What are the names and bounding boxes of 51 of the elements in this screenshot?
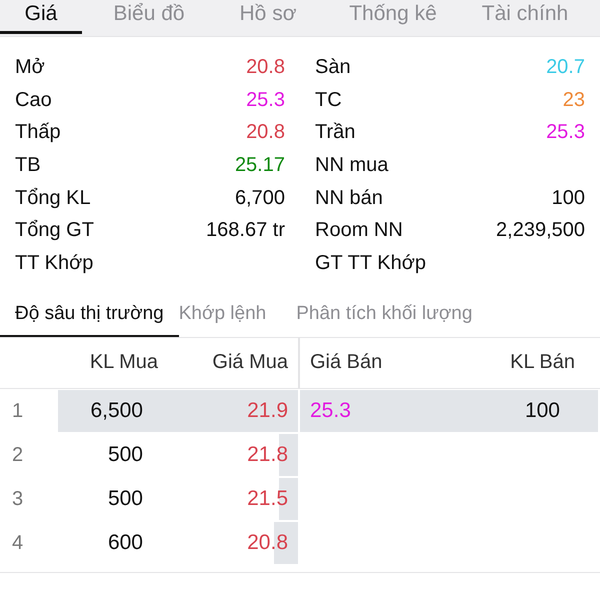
stat-label: Sàn — [315, 56, 351, 79]
stat-label: NN bán — [315, 186, 383, 210]
table-cell-text: 500 — [106, 486, 143, 511]
column-header: Giá Mua — [158, 336, 300, 388]
tab[interactable]: Khớp lệnh — [178, 296, 282, 337]
stat-value: 2,239,500 — [496, 219, 585, 242]
stat-label: Cao — [15, 88, 52, 112]
tab[interactable]: Thống kê — [328, 0, 458, 34]
stat-label: TT Khớp — [15, 252, 94, 275]
stat-label: TC — [315, 88, 342, 112]
column-header: KL Mua — [88, 350, 158, 374]
table-cell-text: 600 — [106, 530, 143, 555]
tab[interactable]: Hồ sơ — [218, 0, 318, 34]
table-cell-text: 21.9 — [246, 398, 288, 423]
stat-label: NN mua — [315, 154, 388, 177]
tab[interactable]: Giá — [0, 0, 82, 34]
column-header: KL Bán — [509, 350, 575, 374]
stat-label: Room NN — [315, 219, 403, 242]
table-cell-text: 21.5 — [246, 486, 288, 511]
table-cell-text: 20.8 — [246, 530, 288, 555]
tab[interactable]: Phân tích khối lượng — [281, 296, 488, 337]
table-cell-text: 25.3 — [309, 398, 352, 423]
stat-value: 20.8 — [246, 121, 285, 144]
stat-value: 20.8 — [246, 56, 285, 79]
stat-label: Mở — [15, 56, 45, 79]
stat-value: 168.67 tr — [206, 219, 285, 242]
stat-value: 23 — [562, 88, 585, 112]
stat-value: 20.7 — [546, 56, 585, 79]
stat-value: 25.3 — [546, 121, 585, 144]
column-header: Giá Bán — [309, 350, 384, 374]
table-cell-text: 6,500 — [89, 398, 143, 423]
table-cell-text: 500 — [106, 442, 143, 467]
stat-label: Tổng KL — [15, 186, 91, 210]
row-number: 4 — [11, 530, 24, 556]
stat-value: 100 — [552, 186, 585, 210]
row-number: 2 — [11, 442, 24, 468]
tab[interactable]: Tài chính — [460, 0, 590, 34]
stat-label: Tổng GT — [15, 219, 94, 242]
stat-label: Trần — [315, 121, 356, 144]
tab[interactable]: Độ sâu thị trường — [0, 296, 179, 337]
stat-value: 6,700 — [234, 186, 285, 210]
table-cell-text: 21.8 — [246, 442, 288, 467]
stat-label: GT TT Khớp — [315, 252, 426, 275]
stat-label: TB — [15, 154, 41, 177]
stat-value: 25.17 — [234, 154, 285, 177]
row-number: 1 — [11, 398, 24, 424]
stat-value: 25.3 — [246, 88, 285, 112]
stat-label: Thấp — [15, 121, 61, 144]
row-number: 3 — [11, 486, 24, 512]
tab[interactable]: Biểu đồ — [94, 0, 204, 34]
table-cell-text: 100 — [524, 398, 560, 423]
